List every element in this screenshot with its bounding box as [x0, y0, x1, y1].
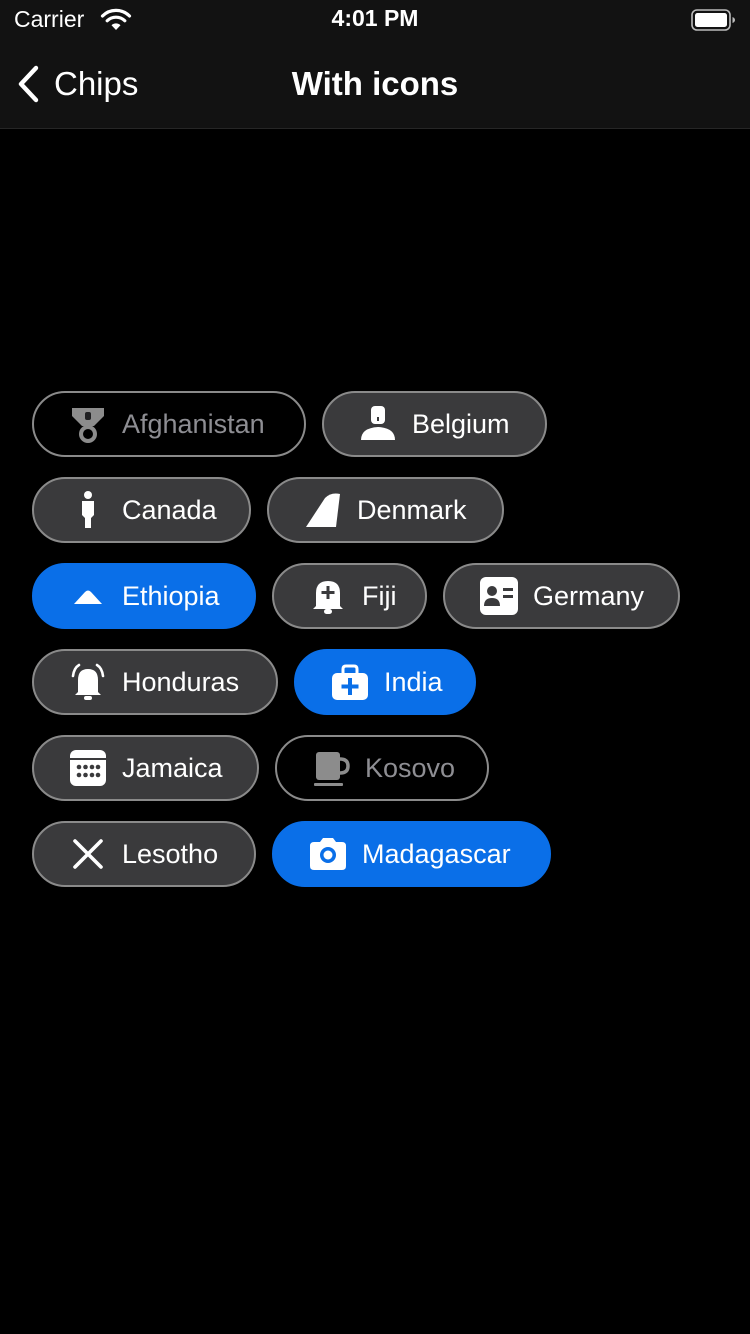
calendar-icon [66, 746, 110, 790]
chip-germany[interactable]: Germany [443, 563, 680, 629]
tail-fin-icon [301, 488, 345, 532]
screen: Carrier 4:01 PM Chips With icons Afghani… [0, 0, 750, 1334]
chip-label: Kosovo [365, 753, 456, 783]
chip-india[interactable]: India [294, 649, 476, 715]
chip-label: Madagascar [362, 839, 511, 869]
cloud-icon [66, 574, 110, 618]
chip-lesotho[interactable]: Lesotho [32, 821, 256, 887]
camera-icon [306, 832, 350, 876]
chip-fiji[interactable]: Fiji [272, 563, 427, 629]
page-title: With icons [291, 65, 459, 102]
chip-madagascar[interactable]: Madagascar [272, 821, 551, 887]
chip-jamaica[interactable]: Jamaica [32, 735, 259, 801]
chip-canada[interactable]: Canada [32, 477, 251, 543]
chip-label: Belgium [412, 409, 510, 439]
navigation-bar: Chips With icons [0, 40, 750, 129]
chip-label: Honduras [122, 667, 240, 697]
chip-kosovo[interactable]: Kosovo [275, 735, 489, 801]
clock: 4:01 PM [331, 5, 419, 31]
person-icon [356, 402, 400, 446]
standing-person-icon [66, 488, 110, 532]
medal-icon [66, 402, 110, 446]
chip-belgium[interactable]: Belgium [322, 391, 547, 457]
battery-icon [691, 9, 735, 31]
chip-denmark[interactable]: Denmark [267, 477, 504, 543]
chip-label: Canada [122, 495, 217, 525]
medical-bag-icon [328, 660, 372, 704]
chip-label: Denmark [357, 495, 467, 525]
chip-row: Ethiopia Fiji Germany [32, 563, 722, 629]
chip-group: Afghanistan Belgium Canada Denmark Ethio… [32, 391, 722, 907]
ringing-bell-icon [66, 660, 110, 704]
chip-label: Lesotho [122, 839, 219, 869]
chip-label: Afghanistan [122, 409, 265, 439]
chip-ethiopia[interactable]: Ethiopia [32, 563, 256, 629]
chip-row: Lesotho Madagascar [32, 821, 722, 887]
chip-row: Honduras India [32, 649, 722, 715]
chip-row: Jamaica Kosovo [32, 735, 722, 801]
chip-row: Afghanistan Belgium [32, 391, 722, 457]
contact-card-icon [477, 574, 521, 618]
chip-label: Ethiopia [122, 581, 220, 611]
chip-label: Fiji [362, 581, 397, 611]
close-icon [66, 832, 110, 876]
chip-afghanistan[interactable]: Afghanistan [32, 391, 306, 457]
chip-label: Jamaica [122, 753, 223, 783]
mug-icon [309, 746, 353, 790]
status-bar: Carrier 4:01 PM [0, 0, 750, 40]
chip-honduras[interactable]: Honduras [32, 649, 278, 715]
chip-label: Germany [533, 581, 645, 611]
bell-plus-icon [306, 574, 350, 618]
chip-row: Canada Denmark [32, 477, 722, 543]
chip-label: India [384, 667, 443, 697]
